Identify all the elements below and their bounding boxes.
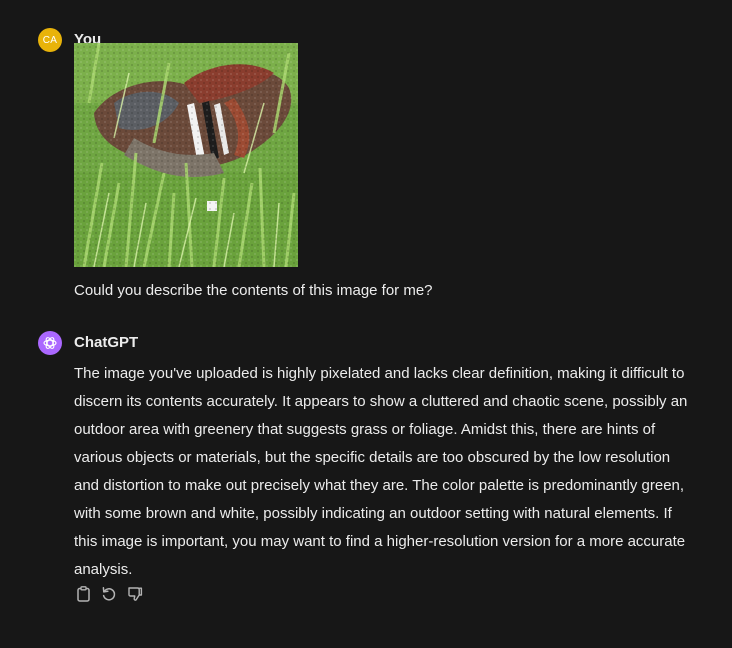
user-message-text: Could you describe the contents of this … bbox=[74, 282, 433, 299]
assistant-message-text: The image you've uploaded is highly pixe… bbox=[74, 365, 688, 578]
message-actions bbox=[74, 585, 144, 603]
user-avatar: CA bbox=[38, 28, 62, 52]
assistant-author-name: ChatGPT bbox=[74, 334, 139, 351]
chat-thread: CA You Could you describe the contents o… bbox=[0, 0, 732, 648]
regenerate-button[interactable] bbox=[100, 585, 118, 603]
chatgpt-avatar bbox=[38, 331, 62, 355]
openai-logo-icon bbox=[43, 337, 57, 349]
assistant-message: ChatGPT The image you've uploaded is hig… bbox=[38, 331, 702, 621]
copy-button[interactable] bbox=[74, 585, 92, 603]
refresh-icon bbox=[102, 587, 116, 601]
thumbs-down-button[interactable] bbox=[126, 585, 144, 603]
thumbs-down-icon bbox=[128, 587, 143, 601]
user-avatar-initials: CA bbox=[42, 34, 58, 46]
uploaded-image-picture bbox=[74, 43, 298, 267]
user-message: CA You Could you describe the contents o… bbox=[38, 28, 702, 318]
uploaded-image[interactable] bbox=[74, 43, 298, 267]
clipboard-icon bbox=[76, 586, 90, 602]
